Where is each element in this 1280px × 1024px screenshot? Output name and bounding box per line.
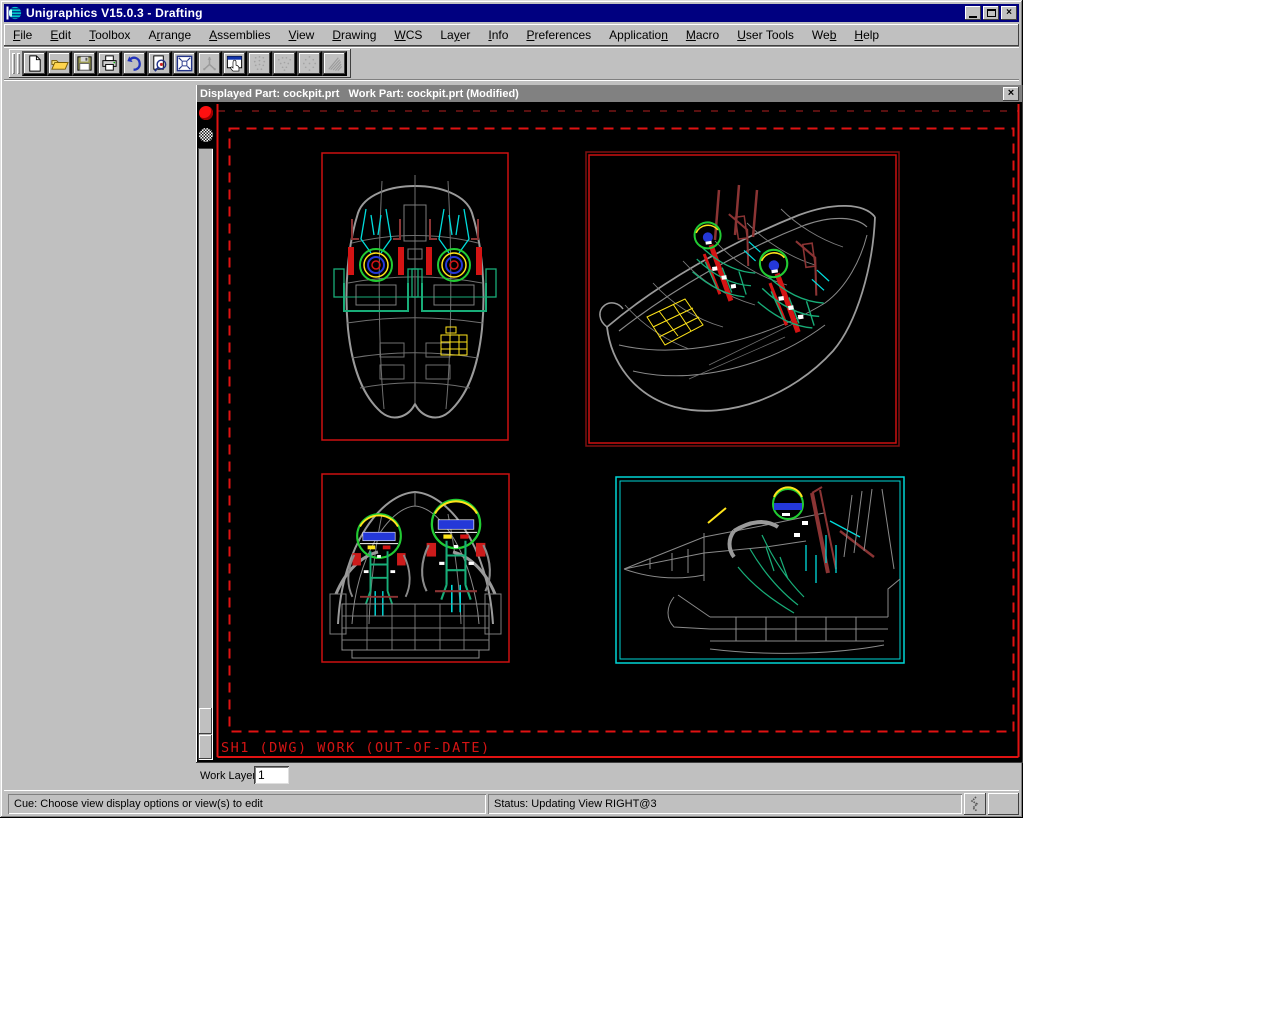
zoom-document-button[interactable] bbox=[147, 51, 172, 76]
stop-light-dither-icon[interactable] bbox=[199, 128, 213, 142]
open-folder-button[interactable] bbox=[47, 51, 72, 76]
menu-edit[interactable]: Edit bbox=[41, 25, 80, 45]
undo-icon bbox=[125, 54, 144, 73]
dotted-pattern-icon-2 bbox=[275, 54, 294, 73]
menu-wcs[interactable]: WCS bbox=[385, 25, 431, 45]
work-layer-input[interactable] bbox=[254, 766, 289, 784]
cue-text: Cue: Choose view display options or view… bbox=[14, 798, 263, 810]
menu-layer[interactable]: Layer bbox=[431, 25, 479, 45]
save-icon bbox=[75, 54, 94, 73]
hatch-fan-button bbox=[322, 51, 347, 76]
menu-web[interactable]: Web bbox=[803, 25, 845, 45]
graphics-canvas[interactable]: SH1 (DWG) WORK (OUT-OF-DATE) bbox=[215, 102, 1022, 762]
track-box-lower[interactable] bbox=[199, 735, 212, 759]
menu-assemblies[interactable]: Assemblies bbox=[200, 25, 279, 45]
undo-button[interactable] bbox=[122, 51, 147, 76]
viewport-top-view[interactable] bbox=[322, 153, 508, 440]
minimize-button[interactable] bbox=[965, 6, 981, 20]
toolbar-row bbox=[4, 48, 1019, 79]
hatch-fan-icon bbox=[325, 54, 344, 73]
drawing-window-header[interactable]: Displayed Part: cockpit.prt Work Part: c… bbox=[197, 85, 1022, 102]
new-document-button[interactable] bbox=[22, 51, 47, 76]
minimize-icon bbox=[969, 16, 977, 18]
hand-select-button[interactable] bbox=[222, 51, 247, 76]
hand-select-icon bbox=[225, 54, 244, 73]
menu-arrange[interactable]: Arrange bbox=[139, 25, 200, 45]
drawing-window-body: SH1 (DWG) WORK (OUT-OF-DATE) bbox=[197, 102, 1022, 762]
status-filler-panel bbox=[988, 793, 1019, 815]
viewport-isometric-view[interactable] bbox=[586, 152, 899, 446]
3d-axes-icon bbox=[200, 54, 219, 73]
progress-track[interactable] bbox=[198, 148, 213, 760]
drawing-window: Displayed Part: cockpit.prt Work Part: c… bbox=[196, 85, 1023, 763]
unigraphics-window: Unigraphics V15.0.3 - Drafting × FileEdi… bbox=[0, 0, 1023, 818]
menu-toolbox[interactable]: Toolbox bbox=[80, 25, 139, 45]
menu-macro[interactable]: Macro bbox=[677, 25, 728, 45]
new-document-icon bbox=[25, 54, 44, 73]
drafting-sheet: SH1 (DWG) WORK (OUT-OF-DATE) bbox=[215, 102, 1022, 762]
client-area: Displayed Part: cockpit.prt Work Part: c… bbox=[4, 81, 1019, 790]
dotted-pattern-icon-3 bbox=[300, 54, 319, 73]
dotted-pattern-icon-3-button bbox=[297, 51, 322, 76]
fit-view-button[interactable] bbox=[172, 51, 197, 76]
status-bar: Cue: Choose view display options or view… bbox=[4, 790, 1019, 816]
menu-file[interactable]: File bbox=[4, 25, 41, 45]
close-icon: × bbox=[1008, 88, 1014, 99]
dotted-pattern-icon-1-button bbox=[247, 51, 272, 76]
title-bar[interactable]: Unigraphics V15.0.3 - Drafting × bbox=[4, 4, 1019, 22]
work-layer-label: Work Layer bbox=[200, 770, 256, 782]
print-icon bbox=[100, 54, 119, 73]
toolbar-grip[interactable] bbox=[12, 53, 15, 74]
open-folder-icon bbox=[50, 54, 69, 73]
progress-strip bbox=[197, 102, 215, 762]
unigraphics-logo-icon bbox=[6, 6, 22, 20]
menu-bar: FileEditToolboxArrangeAssembliesViewDraw… bbox=[4, 24, 1019, 46]
viewport-front-view[interactable] bbox=[322, 474, 509, 662]
drawing-close-button[interactable]: × bbox=[1003, 87, 1019, 101]
stop-light-red-icon[interactable] bbox=[199, 106, 213, 120]
track-box-upper[interactable] bbox=[199, 708, 212, 734]
desktop: Unigraphics V15.0.3 - Drafting × FileEdi… bbox=[0, 0, 1280, 1024]
toolbar-grip[interactable] bbox=[17, 53, 20, 74]
menu-application[interactable]: Application bbox=[600, 25, 677, 45]
toolbar-buttons bbox=[22, 51, 347, 76]
close-button[interactable]: × bbox=[1001, 6, 1017, 20]
dotted-pattern-icon-1 bbox=[250, 54, 269, 73]
print-button[interactable] bbox=[97, 51, 122, 76]
menu-help[interactable]: Help bbox=[845, 25, 888, 45]
toolbar-band bbox=[9, 49, 351, 78]
part-status-text: Displayed Part: cockpit.prt Work Part: c… bbox=[200, 88, 519, 100]
maximize-icon bbox=[987, 9, 996, 17]
dotted-pattern-icon-2-button bbox=[272, 51, 297, 76]
interrupt-icon bbox=[969, 796, 981, 812]
close-icon: × bbox=[1006, 8, 1012, 18]
menu-view[interactable]: View bbox=[280, 25, 324, 45]
status-panel: Status: Updating View RIGHT@3 bbox=[488, 794, 962, 814]
menu-user-tools[interactable]: User Tools bbox=[728, 25, 803, 45]
interrupt-button[interactable] bbox=[964, 793, 986, 815]
window-title: Unigraphics V15.0.3 - Drafting bbox=[26, 6, 203, 20]
menu-drawing[interactable]: Drawing bbox=[323, 25, 385, 45]
save-button[interactable] bbox=[72, 51, 97, 76]
cue-panel: Cue: Choose view display options or view… bbox=[8, 794, 486, 814]
maximize-button[interactable] bbox=[983, 6, 999, 20]
status-text: Status: Updating View RIGHT@3 bbox=[494, 798, 657, 810]
work-layer-row: Work Layer bbox=[4, 763, 1019, 790]
3d-axes-button bbox=[197, 51, 222, 76]
sheet-status-annotation: SH1 (DWG) WORK (OUT-OF-DATE) bbox=[221, 740, 491, 756]
zoom-document-icon bbox=[150, 54, 169, 73]
menu-info[interactable]: Info bbox=[479, 25, 517, 45]
viewport-side-view[interactable] bbox=[616, 477, 904, 663]
menu-preferences[interactable]: Preferences bbox=[517, 25, 600, 45]
fit-view-icon bbox=[175, 54, 194, 73]
